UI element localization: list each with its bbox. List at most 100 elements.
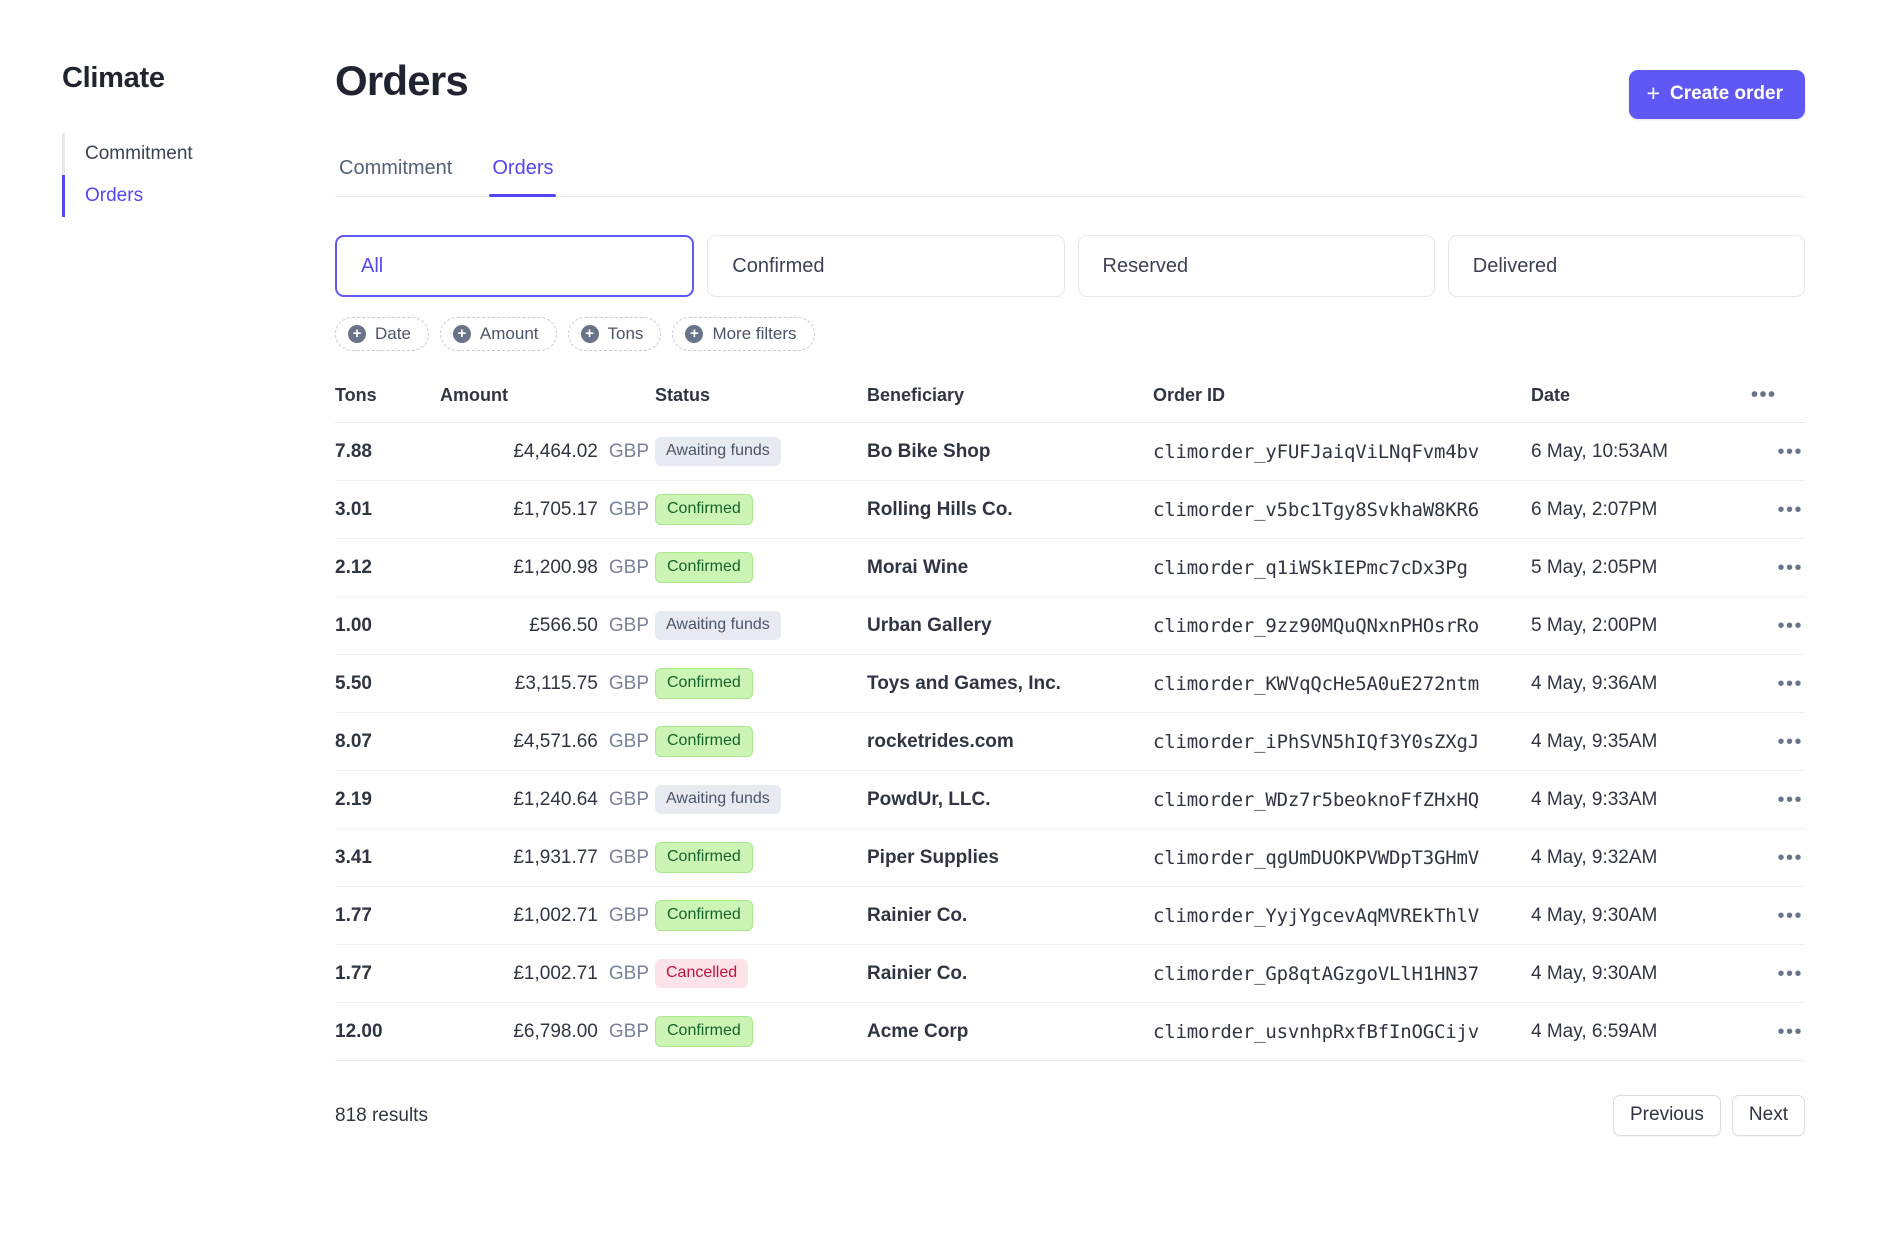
tab-orders[interactable]: Orders: [489, 157, 557, 197]
cell-row-actions[interactable]: •••: [1751, 422, 1805, 481]
status-filter-delivered[interactable]: Delivered: [1447, 235, 1805, 297]
ellipsis-icon[interactable]: •••: [1751, 674, 1805, 694]
cell-tons: 5.50: [335, 654, 440, 713]
table-row[interactable]: 2.12 £1,200.98 GBP Confirmed Morai Wine climo…: [335, 538, 1805, 597]
column-header-status[interactable]: Status: [655, 385, 867, 423]
column-header-tons[interactable]: Tons: [335, 385, 440, 423]
sidebar-item-commitment[interactable]: Commitment: [62, 133, 320, 175]
ellipsis-icon[interactable]: •••: [1751, 558, 1805, 578]
cell-row-actions[interactable]: •••: [1751, 538, 1805, 597]
status-filter-group: All Confirmed Reserved Delivered: [335, 235, 1805, 297]
amount-value: £3,115.75: [514, 672, 598, 694]
cell-date: 4 May, 9:30AM: [1531, 886, 1751, 945]
table-row[interactable]: 1.00 £566.50 GBP Awaiting funds Urban Galler…: [335, 596, 1805, 655]
cell-beneficiary: Rainier Co.: [867, 886, 1153, 945]
cell-status: Confirmed: [655, 1002, 867, 1061]
table-row[interactable]: 5.50 £3,115.75 GBP Confirmed Toys and Games,…: [335, 654, 1805, 713]
cell-row-actions[interactable]: •••: [1751, 596, 1805, 655]
cell-order-id: climorder_usvnhpRxfBfInOGCijv: [1153, 1002, 1531, 1061]
ellipsis-icon[interactable]: •••: [1751, 964, 1805, 984]
sidebar-item-orders[interactable]: Orders: [62, 175, 320, 217]
filter-chip-date[interactable]: + Date: [335, 317, 429, 351]
status-badge: Cancelled: [655, 959, 749, 988]
filter-chip-more-filters[interactable]: + More filters: [672, 317, 815, 351]
orders-table-body: 7.88 £4,464.02 GBP Awaiting funds Bo Bike Sh…: [335, 422, 1805, 1061]
previous-page-button[interactable]: Previous: [1613, 1095, 1721, 1136]
page-title: Orders: [335, 57, 469, 104]
filter-chip-amount[interactable]: + Amount: [439, 317, 557, 351]
cell-tons: 1.77: [335, 886, 440, 945]
cell-amount: £4,571.66 GBP: [440, 712, 655, 771]
cell-order-id: climorder_qgUmDUOKPVWDpT3GHmV: [1153, 828, 1531, 887]
table-row[interactable]: 3.41 £1,931.77 GBP Confirmed Piper Supplies c…: [335, 828, 1805, 887]
cell-date: 5 May, 2:00PM: [1531, 596, 1751, 655]
table-row[interactable]: 1.77 £1,002.71 GBP Cancelled Rainier Co. clim…: [335, 944, 1805, 1003]
status-filter-all[interactable]: All: [335, 235, 695, 297]
cell-order-id: climorder_Gp8qtAGzgoVLlH1HN37: [1153, 944, 1531, 1003]
cell-row-actions[interactable]: •••: [1751, 944, 1805, 1003]
column-header-amount[interactable]: Amount: [440, 385, 655, 423]
status-badge: Awaiting funds: [655, 611, 781, 640]
ellipsis-icon[interactable]: •••: [1751, 500, 1805, 520]
status-filter-reserved[interactable]: Reserved: [1077, 235, 1435, 297]
filter-chip-tons[interactable]: + Tons: [567, 317, 662, 351]
cell-beneficiary: Morai Wine: [867, 538, 1153, 597]
cell-row-actions[interactable]: •••: [1751, 1002, 1805, 1061]
ellipsis-icon[interactable]: •••: [1751, 790, 1805, 810]
next-page-button[interactable]: Next: [1731, 1095, 1805, 1136]
status-badge: Confirmed: [655, 668, 753, 699]
cell-status: Confirmed: [655, 480, 867, 539]
table-header-row: Tons Amount Status Beneficiary Order ID …: [335, 385, 1805, 423]
ellipsis-icon[interactable]: •••: [1751, 906, 1805, 926]
cell-row-actions[interactable]: •••: [1751, 886, 1805, 945]
amount-currency: GBP: [608, 556, 649, 578]
table-row[interactable]: 8.07 £4,571.66 GBP Confirmed rocketrides.com…: [335, 712, 1805, 771]
cell-status: Confirmed: [655, 654, 867, 713]
cell-order-id: climorder_yFUFJaiqViLNqFvm4bv: [1153, 422, 1531, 481]
amount-value: £4,571.66: [513, 730, 598, 752]
column-header-beneficiary[interactable]: Beneficiary: [867, 385, 1153, 423]
column-header-order-id[interactable]: Order ID: [1153, 385, 1531, 423]
table-footer: 818 results Previous Next: [335, 1095, 1805, 1136]
cell-row-actions[interactable]: •••: [1751, 828, 1805, 887]
cell-amount: £1,931.77 GBP: [440, 828, 655, 887]
ellipsis-icon[interactable]: •••: [1751, 616, 1805, 636]
brand-title: Climate: [62, 62, 165, 94]
table-row[interactable]: 7.88 £4,464.02 GBP Awaiting funds Bo Bike Sh…: [335, 422, 1805, 481]
status-badge: Confirmed: [655, 494, 753, 525]
amount-currency: GBP: [608, 440, 649, 462]
ellipsis-icon[interactable]: •••: [1751, 384, 1779, 406]
cell-amount: £566.50 GBP: [440, 596, 655, 655]
table-row[interactable]: 3.01 £1,705.17 GBP Confirmed Rolling Hills C…: [335, 480, 1805, 539]
amount-value: £6,798.00: [513, 1020, 598, 1042]
ellipsis-icon[interactable]: •••: [1751, 732, 1805, 752]
cell-order-id: climorder_KWVqQcHe5A0uE272ntm: [1153, 654, 1531, 713]
tab-bar: Commitment Orders: [335, 157, 1805, 197]
amount-currency: GBP: [608, 614, 649, 636]
amount-value: £4,464.02: [513, 440, 598, 462]
amount-currency: GBP: [608, 788, 649, 810]
amount-currency: GBP: [608, 672, 649, 694]
cell-row-actions[interactable]: •••: [1751, 654, 1805, 713]
cell-beneficiary: rocketrides.com: [867, 712, 1153, 771]
cell-order-id: climorder_9zz90MQuQNxnPHOsrRo: [1153, 596, 1531, 655]
cell-row-actions[interactable]: •••: [1751, 712, 1805, 771]
table-row[interactable]: 1.77 £1,002.71 GBP Confirmed Rainier Co. clim…: [335, 886, 1805, 945]
page-header: Orders + Create order: [335, 56, 1805, 119]
filter-chip-more-filters-label: More filters: [712, 324, 797, 343]
amount-value: £1,002.71: [513, 904, 598, 926]
table-row[interactable]: 2.19 £1,240.64 GBP Awaiting funds PowdUr, LL…: [335, 770, 1805, 829]
ellipsis-icon[interactable]: •••: [1751, 848, 1805, 868]
cell-row-actions[interactable]: •••: [1751, 480, 1805, 539]
ellipsis-icon[interactable]: •••: [1751, 1022, 1805, 1042]
column-header-overflow[interactable]: •••: [1751, 385, 1805, 423]
column-header-date[interactable]: Date: [1531, 385, 1751, 423]
cell-row-actions[interactable]: •••: [1751, 770, 1805, 829]
cell-status: Awaiting funds: [655, 422, 867, 481]
table-row[interactable]: 12.00 £6,798.00 GBP Confirmed Acme Corp climo…: [335, 1002, 1805, 1061]
status-filter-confirmed[interactable]: Confirmed: [707, 235, 1065, 297]
ellipsis-icon[interactable]: •••: [1751, 442, 1805, 462]
cell-tons: 1.00: [335, 596, 440, 655]
tab-commitment[interactable]: Commitment: [336, 157, 455, 196]
create-order-button[interactable]: + Create order: [1628, 70, 1805, 119]
